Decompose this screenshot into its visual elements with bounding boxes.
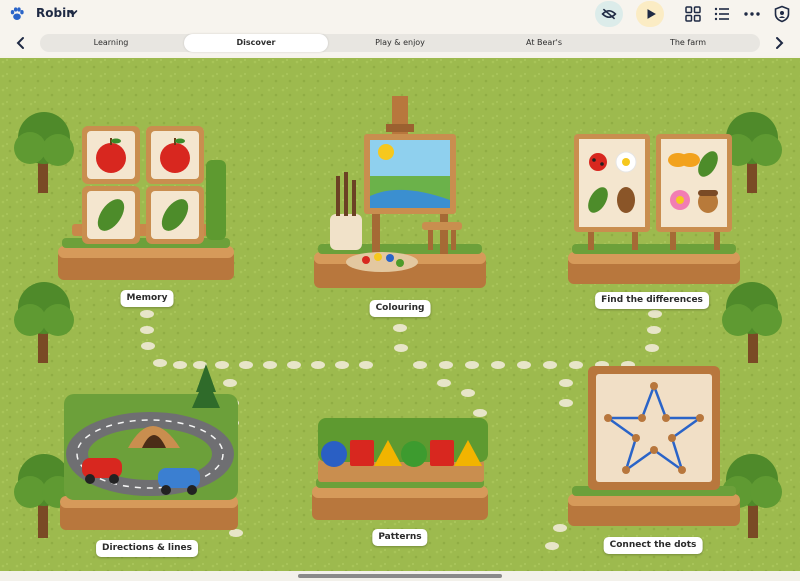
tab-play-enjoy[interactable]: Play & enjoy (328, 34, 472, 52)
home-indicator[interactable] (298, 574, 502, 578)
chevron-left-icon[interactable] (14, 36, 28, 50)
tabs-row: Learning Discover Play & enjoy At Bear's… (0, 30, 800, 56)
connect-dots-station[interactable] (566, 366, 742, 530)
paw-icon[interactable] (8, 5, 26, 23)
grid-icon[interactable] (684, 5, 702, 23)
directions-station[interactable] (58, 364, 244, 534)
category-tabs: Learning Discover Play & enjoy At Bear's… (40, 34, 760, 52)
top-bar: Robin (0, 0, 800, 30)
picture-panel (574, 134, 650, 232)
memory-card (146, 126, 204, 184)
activity-label-directions[interactable]: Directions & lines (96, 540, 198, 557)
activity-label-colouring[interactable]: Colouring (369, 300, 431, 317)
memory-card (82, 126, 140, 184)
list-icon[interactable] (713, 5, 731, 23)
bottom-bar (0, 571, 800, 581)
shield-icon[interactable] (773, 5, 791, 23)
more-icon[interactable] (743, 5, 761, 23)
find-differences-station[interactable] (566, 130, 742, 288)
tab-the-farm[interactable]: The farm (616, 34, 760, 52)
chevron-down-icon[interactable] (68, 8, 78, 18)
tab-learning[interactable]: Learning (40, 34, 182, 52)
play-icon (647, 9, 656, 19)
memory-card (146, 186, 204, 244)
tab-discover[interactable]: Discover (184, 34, 328, 52)
colouring-station[interactable] (310, 96, 490, 292)
hide-eye-button[interactable] (595, 1, 623, 27)
chevron-right-icon[interactable] (772, 36, 786, 50)
activity-label-connect-dots[interactable]: Connect the dots (603, 537, 703, 554)
picture-panel (656, 134, 732, 232)
patterns-station[interactable] (310, 390, 490, 522)
activity-label-memory[interactable]: Memory (120, 290, 174, 307)
memory-station[interactable] (56, 120, 236, 286)
eye-off-icon (601, 8, 617, 20)
memory-card (82, 186, 140, 244)
game-board: Memory Colouring Find the differences Di… (0, 58, 800, 571)
play-button[interactable] (636, 1, 664, 27)
tab-at-bears[interactable]: At Bear's (472, 34, 616, 52)
activity-label-patterns[interactable]: Patterns (372, 529, 428, 546)
activity-label-find-differences[interactable]: Find the differences (595, 292, 709, 309)
